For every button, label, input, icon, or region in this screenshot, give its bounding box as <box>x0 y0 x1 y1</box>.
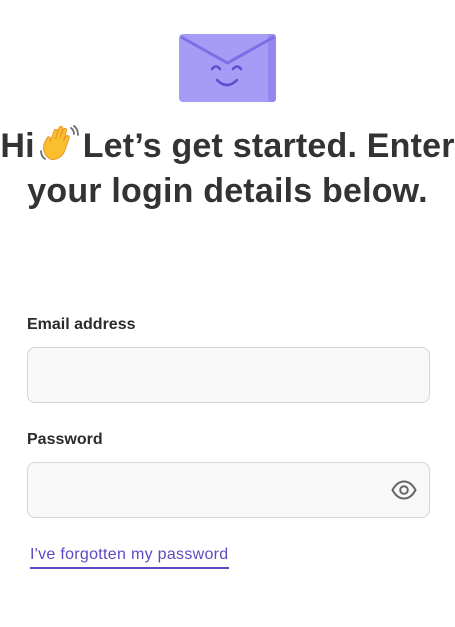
password-label: Password <box>27 431 103 448</box>
email-field-container <box>27 347 430 403</box>
password-field[interactable] <box>28 463 429 517</box>
show-password-eye-icon[interactable] <box>391 479 417 501</box>
heading-text: Let’s get started. Enter your login deta… <box>27 127 455 210</box>
password-field-container <box>27 462 430 518</box>
email-field[interactable] <box>28 348 429 402</box>
waving-hand-icon <box>38 123 80 163</box>
forgot-password-link[interactable]: I've forgotten my password <box>30 546 229 569</box>
heading-greeting: Hi <box>0 127 35 165</box>
email-label: Email address <box>27 316 136 333</box>
page-heading: Hi Let’s get started. Enter your login d… <box>0 123 455 214</box>
envelope-logo-icon <box>178 33 277 103</box>
